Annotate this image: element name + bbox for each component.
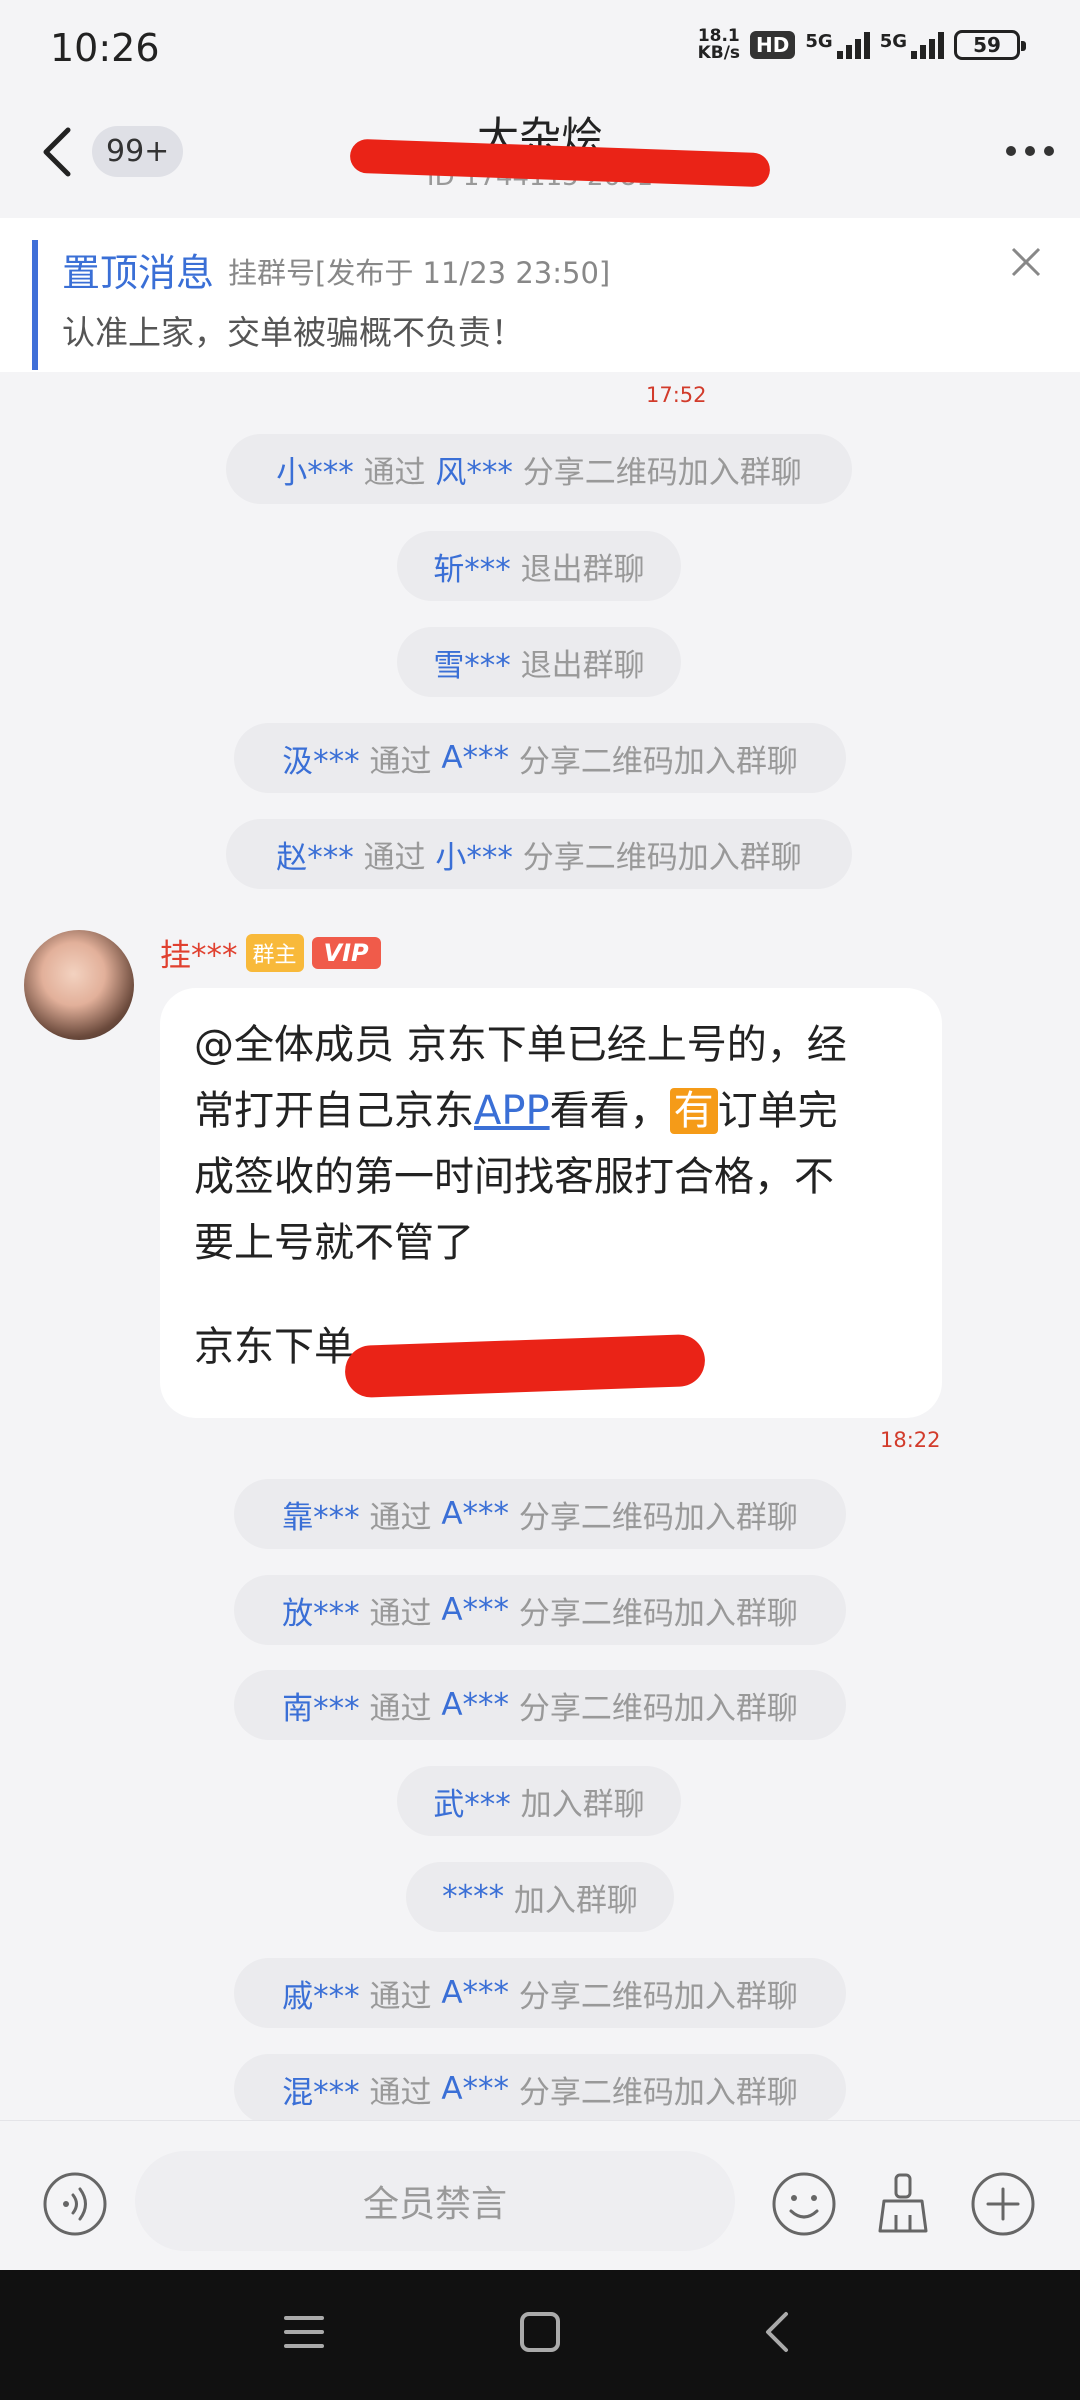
navigation-bar — [0, 2270, 1080, 2400]
muted-input[interactable]: 全员禁言 — [135, 2151, 735, 2251]
more-icon[interactable] — [1006, 146, 1054, 156]
nav-back-icon[interactable] — [756, 2310, 800, 2354]
system-message: 赵*** 通过 小*** 分享二维码加入群聊 — [226, 819, 852, 889]
message-line: 常打开自己京东APP看看，有订单完 — [194, 1088, 838, 1134]
system-message: 靠*** 通过 A*** 分享二维码加入群聊 — [234, 1479, 846, 1549]
avatar[interactable] — [24, 930, 134, 1040]
pinned-text: 认准上家，交单被骗概不负责！ — [62, 313, 524, 352]
close-icon[interactable] — [1010, 246, 1042, 278]
pinned-label: 置顶消息 — [62, 251, 215, 295]
chat-header: 99+ 大杂烩 ID 1744115 2681 — [0, 92, 1080, 218]
pinned-message[interactable]: 置顶消息 挂群号[发布于 11/23 23:50] 认准上家，交单被骗概不负责！ — [0, 218, 1080, 372]
broom-icon[interactable] — [870, 2171, 936, 2237]
system-message: 武*** 加入群聊 — [397, 1766, 681, 1836]
message-line: @全体成员 京东下单已经上号的，经 — [194, 1022, 847, 1068]
signal-icon: 5G — [805, 31, 870, 59]
timestamp: 18:22 — [880, 1428, 941, 1452]
system-message: 斩*** 退出群聊 — [397, 531, 681, 601]
input-bar: 全员禁言 — [0, 2120, 1080, 2270]
system-message: 雪*** 退出群聊 — [397, 627, 681, 697]
message-line: 要上号就不管了 — [194, 1220, 474, 1266]
voice-icon[interactable] — [42, 2171, 108, 2237]
system-message: 放*** 通过 A*** 分享二维码加入群聊 — [234, 1575, 846, 1645]
highlight-tag: 有 — [669, 1088, 718, 1134]
net-speed: 18.1 KB/s — [697, 26, 741, 63]
emoji-icon[interactable] — [771, 2171, 837, 2237]
pinned-meta: 挂群号[发布于 11/23 23:50] — [228, 256, 611, 290]
system-message: 汲*** 通过 A*** 分享二维码加入群聊 — [234, 723, 846, 793]
owner-badge: 群主 — [245, 933, 304, 972]
menu-icon[interactable] — [282, 2310, 326, 2354]
hd-icon: HD — [750, 31, 796, 59]
sender-row: 挂*** 群主 VIP — [160, 930, 381, 975]
message-line: 京东下单 — [194, 1324, 354, 1370]
sender-name[interactable]: 挂*** — [160, 930, 238, 975]
message-line: 成签收的第一时间找客服打合格，不 — [194, 1154, 834, 1200]
signal-icon: 5G — [880, 31, 944, 59]
system-message: 戚*** 通过 A*** 分享二维码加入群聊 — [234, 1958, 846, 2028]
pinned-accent-bar — [32, 240, 38, 370]
plus-icon[interactable] — [970, 2171, 1036, 2237]
system-message: 小*** 通过 风*** 分享二维码加入群聊 — [226, 434, 852, 504]
app-link[interactable]: APP — [474, 1088, 550, 1134]
system-message: 南*** 通过 A*** 分享二维码加入群聊 — [234, 1670, 846, 1740]
status-bar: 10:26 18.1 KB/s HD 5G 5G 59 — [0, 0, 1080, 92]
status-time: 10:26 — [50, 26, 160, 70]
battery-icon: 59 — [954, 30, 1026, 60]
vip-badge: VIP — [311, 936, 381, 969]
system-message: **** 加入群聊 — [406, 1862, 674, 1932]
home-icon[interactable] — [518, 2310, 562, 2354]
system-message: 混*** 通过 A*** 分享二维码加入群聊 — [234, 2054, 846, 2124]
timestamp: 17:52 — [646, 383, 707, 407]
status-icons: 18.1 KB/s HD 5G 5G 59 — [697, 26, 1026, 63]
